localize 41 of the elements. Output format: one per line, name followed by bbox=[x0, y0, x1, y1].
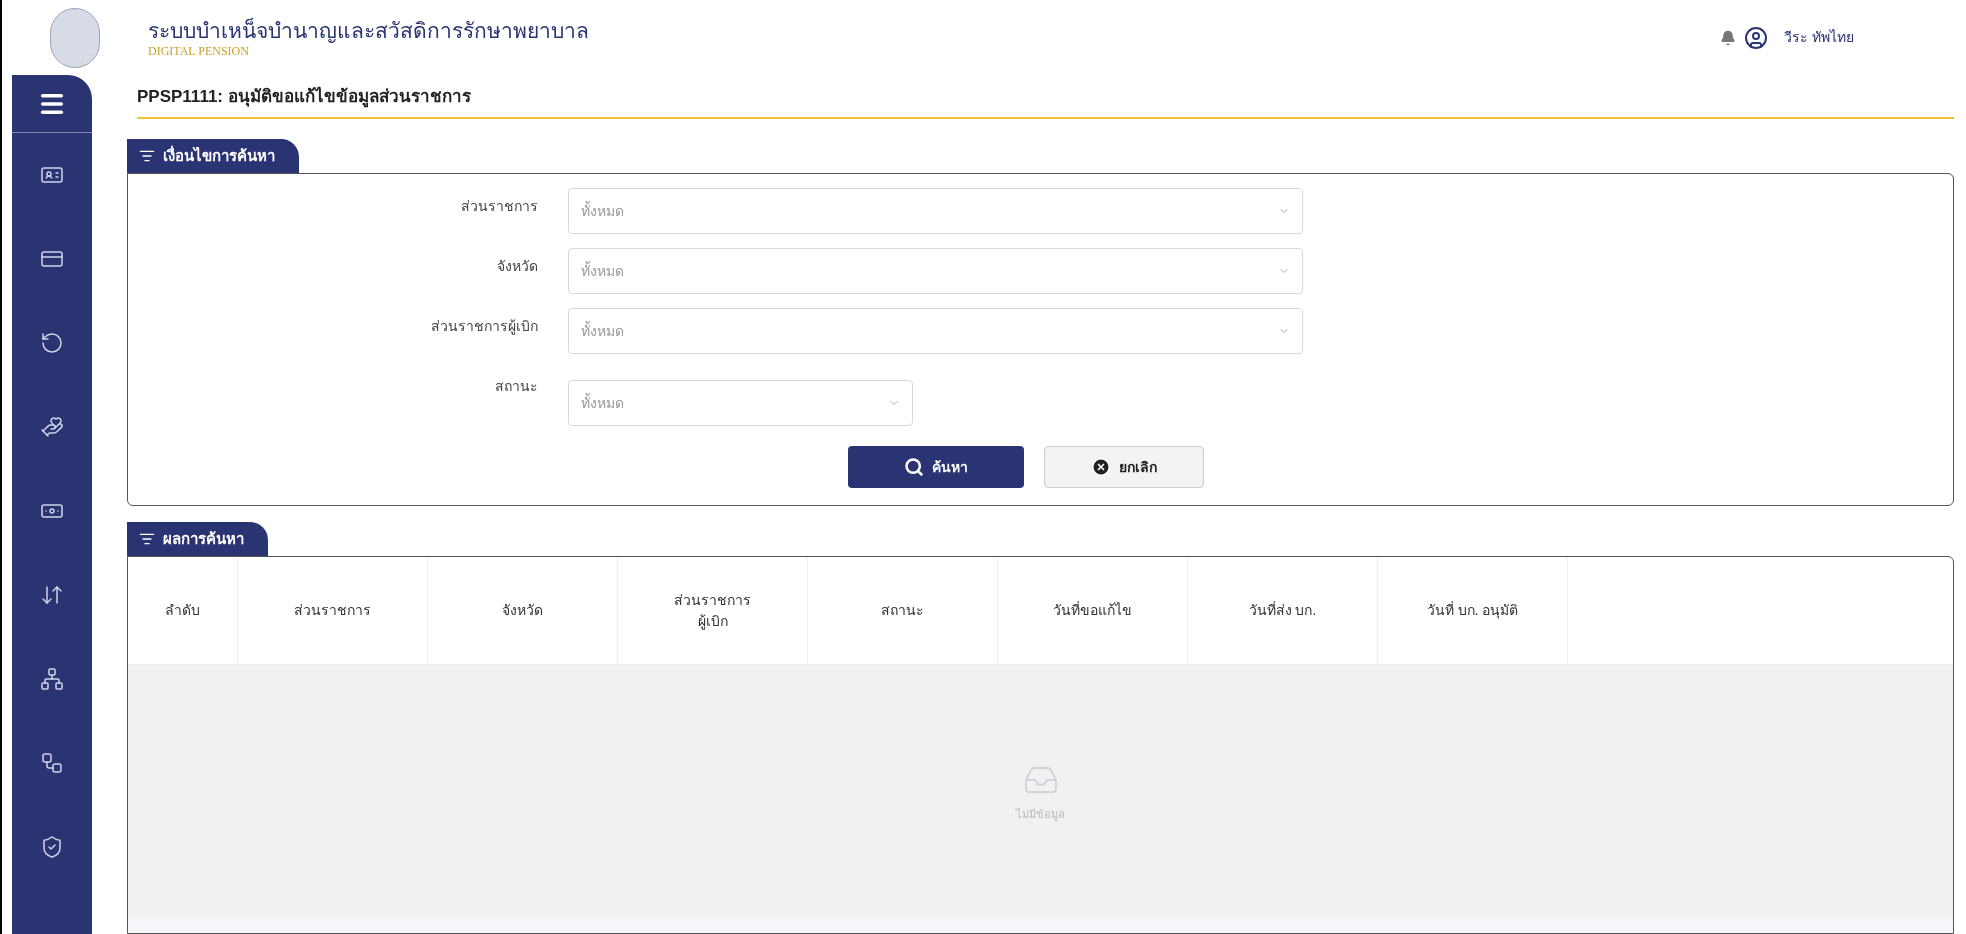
undo-icon bbox=[40, 331, 64, 355]
select-placeholder: ทั้งหมด bbox=[581, 392, 624, 413]
emblem-logo bbox=[50, 7, 100, 68]
system-title: ระบบบำเหน็จบำนาญและสวัสดิการรักษาพยาบาล bbox=[148, 18, 589, 45]
column-header: วันที่ บก. อนุมัติ bbox=[1378, 557, 1568, 664]
bell-icon[interactable] bbox=[1720, 29, 1737, 46]
column-header: วันที่ขอแก้ไข bbox=[998, 557, 1188, 664]
column-header: จังหวัด bbox=[428, 557, 618, 664]
select-field[interactable]: ทั้งหมด bbox=[568, 248, 1303, 294]
search-button[interactable]: ค้นหา bbox=[848, 446, 1024, 488]
column-header: สถานะ bbox=[808, 557, 998, 664]
cancel-button[interactable]: ยกเลิก bbox=[1044, 446, 1204, 488]
close-icon bbox=[1091, 457, 1111, 477]
field-label: ส่วนราชการผู้เบิก bbox=[430, 317, 539, 337]
select-field[interactable]: ทั้งหมด bbox=[568, 380, 913, 426]
page-title: PPSP1111: อนุมัติขอแก้ไขข้อมูลส่วนราชการ bbox=[137, 85, 471, 109]
section-title: ผลการค้นหา bbox=[163, 528, 244, 549]
hand-heart-icon bbox=[40, 415, 64, 439]
user-icon[interactable] bbox=[1744, 25, 1769, 50]
column-header: วันที่ส่ง บก. bbox=[1188, 557, 1378, 664]
field-label: จังหวัด bbox=[496, 257, 539, 276]
workflow-icon bbox=[40, 751, 64, 775]
column-header: ลำดับ bbox=[128, 557, 238, 664]
system-subtitle: DIGITAL PENSION bbox=[148, 44, 250, 57]
shield-icon bbox=[40, 835, 64, 859]
select-placeholder: ทั้งหมด bbox=[581, 320, 624, 341]
section-title: เงื่อนไขการค้นหา bbox=[163, 144, 275, 166]
exchange-icon bbox=[40, 583, 64, 607]
user-name[interactable]: วีระ ทัพไทย bbox=[1784, 27, 1854, 48]
filter-icon bbox=[139, 148, 155, 164]
column-header: ส่วนราชการ bbox=[238, 557, 428, 664]
network-icon bbox=[40, 667, 64, 691]
filter-icon bbox=[139, 531, 155, 547]
select-field[interactable]: ทั้งหมด bbox=[568, 308, 1303, 354]
search-icon bbox=[904, 457, 924, 477]
column-header: ส่วนราชการ ผู้เบิก bbox=[618, 557, 808, 664]
field-label: ส่วนราชการ bbox=[460, 197, 539, 216]
select-placeholder: ทั้งหมด bbox=[581, 200, 624, 221]
select-field[interactable]: ทั้งหมด bbox=[568, 188, 1303, 234]
field-label: สถานะ bbox=[494, 377, 539, 396]
select-placeholder: ทั้งหมด bbox=[581, 260, 624, 281]
